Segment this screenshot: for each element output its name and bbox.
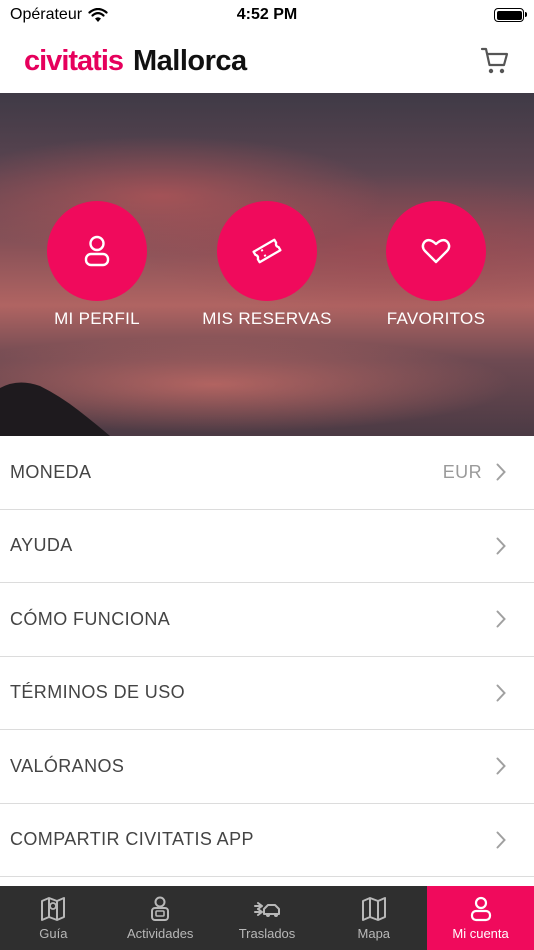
hero-banner: MI PERFIL MIS RESERVAS FAVORITOS <box>0 93 534 436</box>
wifi-icon <box>88 7 108 22</box>
menu-item-share-app[interactable]: COMPARTIR CIVITATIS APP <box>0 804 534 877</box>
tab-my-account[interactable]: Mi cuenta <box>427 886 534 950</box>
city-title: Mallorca <box>133 45 247 77</box>
menu-item-label: COMPARTIR CIVITATIS APP <box>10 829 254 850</box>
favorites-action-circle[interactable] <box>386 201 486 301</box>
chevron-right-icon <box>496 463 506 481</box>
profile-action[interactable]: MI PERFIL <box>12 201 182 329</box>
user-icon <box>470 896 491 922</box>
app-header: civitatis Mallorca <box>0 30 534 93</box>
guide-person-icon <box>151 896 170 921</box>
tab-label: Mapa <box>357 926 391 941</box>
bookings-action-label: MIS RESERVAS <box>202 309 332 328</box>
profile-action-label: MI PERFIL <box>54 309 140 328</box>
menu-item-rate-us[interactable]: VALÓRANOS <box>0 730 534 804</box>
battery-icon <box>494 8 527 22</box>
ticket-icon <box>252 238 282 264</box>
bookings-action-circle[interactable] <box>217 201 317 301</box>
carrier-label: Opérateur <box>10 6 83 23</box>
tab-label: Mi cuenta <box>452 926 509 941</box>
tab-label: Traslados <box>238 926 296 941</box>
menu-item-label: CÓMO FUNCIONA <box>10 608 171 629</box>
user-icon <box>84 235 110 267</box>
heart-icon <box>421 238 451 264</box>
chevron-right-icon <box>496 537 506 555</box>
status-left: Opérateur <box>10 6 108 24</box>
tab-label: Guía <box>39 926 68 941</box>
tab-transfers[interactable]: Traslados <box>214 886 321 950</box>
menu-item-currency[interactable]: MONEDA EUR <box>0 436 534 510</box>
tab-label: Actividades <box>126 926 194 941</box>
menu-item-label: AYUDA <box>10 535 73 556</box>
tab-map[interactable]: Mapa <box>320 886 427 950</box>
chevron-right-icon <box>496 831 506 849</box>
bottom-tab-bar: Guía Actividades Traslados Mapa Mi cuent… <box>0 886 534 950</box>
settings-menu: MONEDA EUR AYUDA CÓMO FUNCIONA TÉRMINOS … <box>0 436 534 877</box>
menu-item-how-it-works[interactable]: CÓMO FUNCIONA <box>0 583 534 657</box>
profile-action-circle[interactable] <box>47 201 147 301</box>
favorites-action-label: FAVORITOS <box>386 309 486 328</box>
menu-item-help[interactable]: AYUDA <box>0 510 534 583</box>
status-bar: Opérateur 4:52 PM <box>0 0 534 30</box>
chevron-right-icon <box>496 757 506 775</box>
cart-icon[interactable] <box>480 44 510 76</box>
bookings-action[interactable]: MIS RESERVAS <box>182 201 352 329</box>
tab-activities[interactable]: Actividades <box>107 886 214 950</box>
chevron-right-icon <box>496 684 506 702</box>
currency-value: EUR <box>442 461 482 482</box>
menu-item-label: TÉRMINOS DE USO <box>10 682 186 703</box>
tab-guide[interactable]: Guía <box>0 886 107 950</box>
favorites-action[interactable]: FAVORITOS <box>351 201 521 329</box>
brand-logo[interactable]: civitatis <box>24 45 124 78</box>
chevron-right-icon <box>496 610 506 628</box>
hero-rock-silhouette <box>0 382 110 436</box>
menu-item-terms[interactable]: TÉRMINOS DE USO <box>0 657 534 730</box>
transfer-car-icon <box>253 902 280 917</box>
menu-item-label: MONEDA <box>10 461 92 482</box>
folded-map-icon <box>361 897 386 921</box>
map-icon <box>41 897 66 921</box>
menu-item-label: VALÓRANOS <box>10 755 125 776</box>
